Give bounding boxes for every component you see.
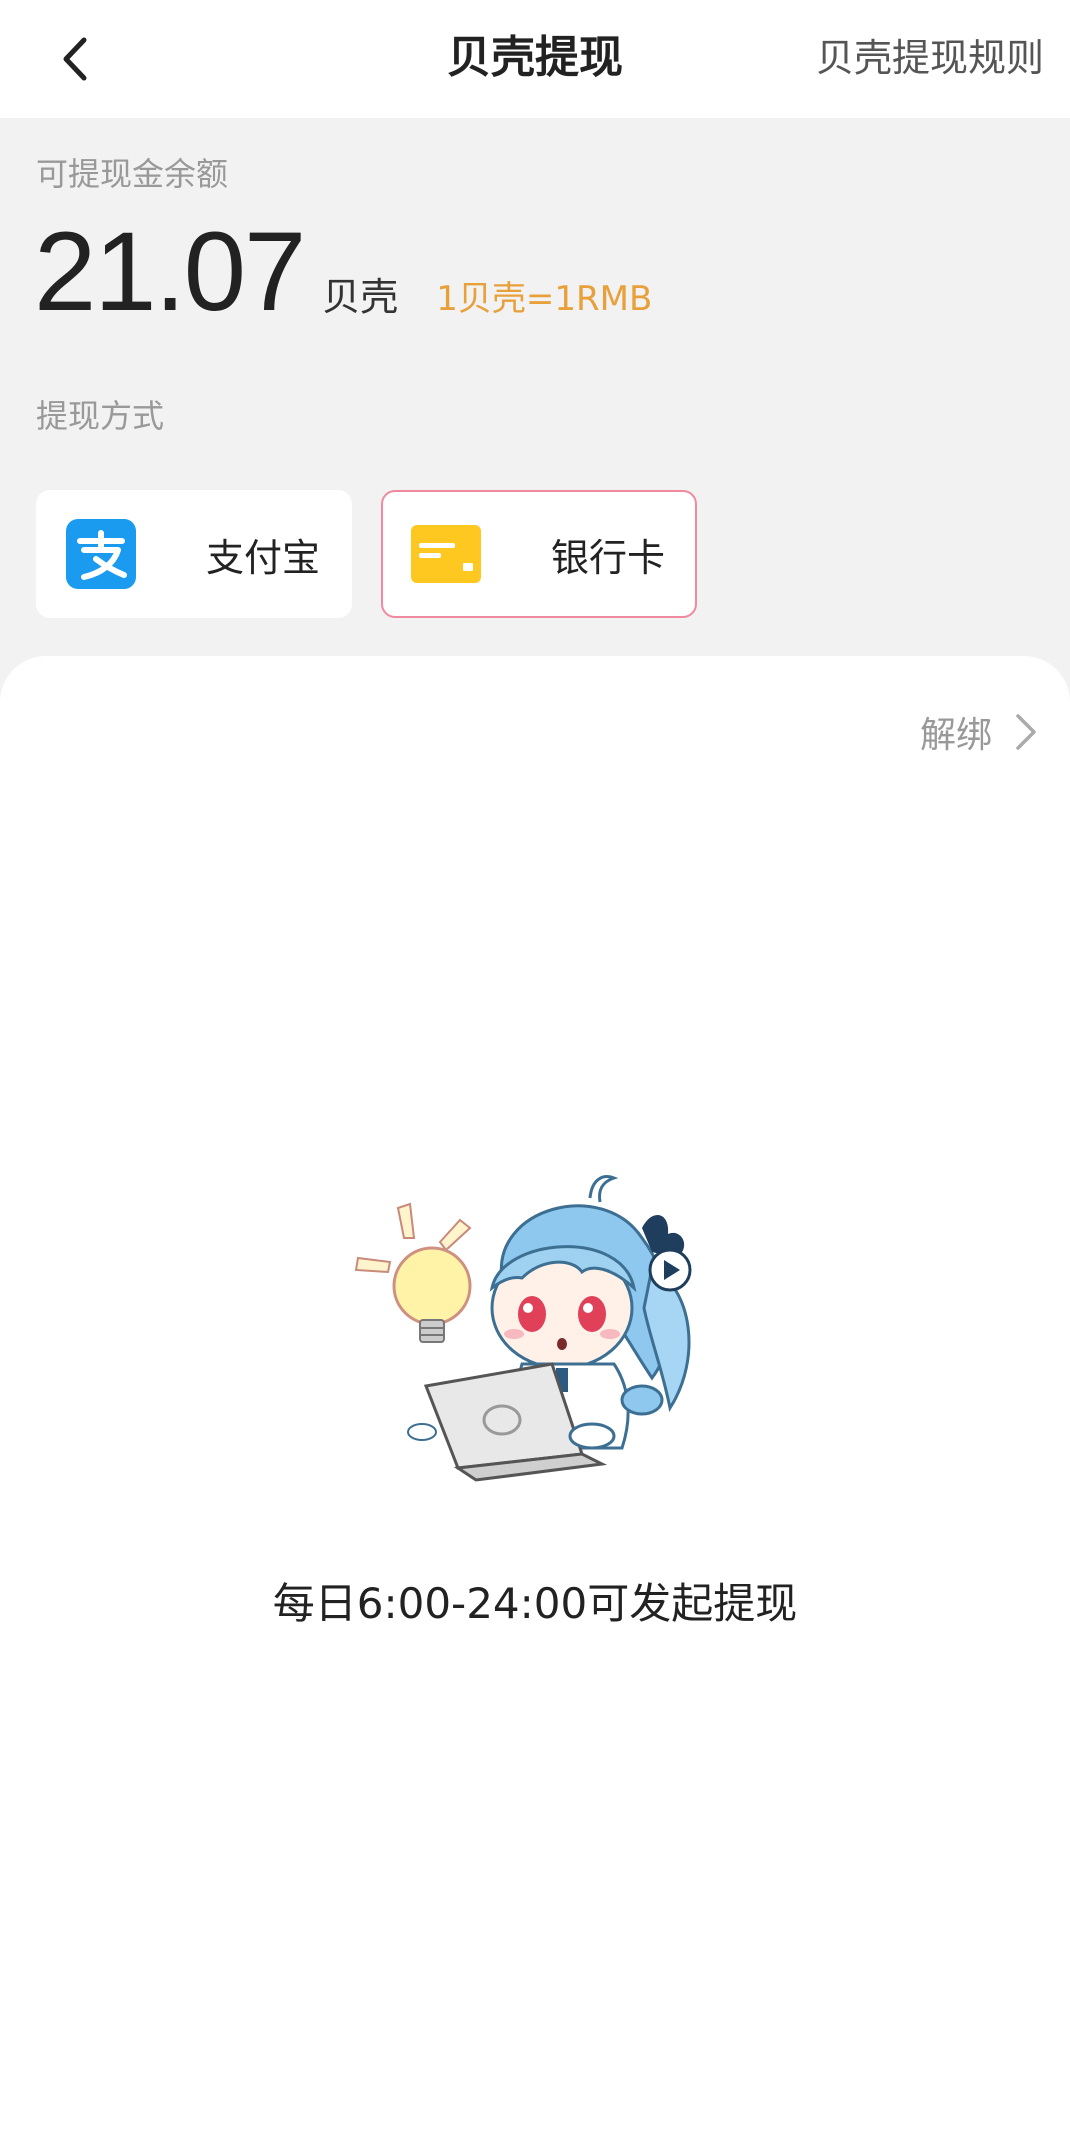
method-label-alipay: 支付宝 [205, 535, 320, 580]
withdraw-method-label: 提现方式 [36, 397, 165, 435]
withdraw-rules-link[interactable]: 贝壳提现规则 [816, 30, 1044, 86]
bank-card-icon [411, 519, 481, 589]
balance-row: 21.07 贝壳 1贝壳=1RMB [34, 212, 652, 332]
unbind-button[interactable]: 解绑 [920, 706, 1040, 758]
alipay-icon [66, 519, 136, 589]
top-nav-bar: 贝壳提现 贝壳提现规则 [0, 0, 1070, 118]
method-label-bank-card: 银行卡 [550, 535, 665, 580]
bank-card-panel: 解绑 每日6:00-24:00可发起提现 [0, 656, 1070, 2148]
mascot-illustration [354, 1175, 692, 1482]
method-option-alipay[interactable]: 支付宝 [36, 490, 352, 618]
balance-amount: 21.07 [34, 209, 306, 334]
balance-unit: 贝壳 [322, 275, 399, 319]
unbind-label: 解绑 [919, 715, 992, 756]
chevron-right-icon [1016, 714, 1036, 750]
exchange-rate: 1贝壳=1RMB [436, 279, 653, 319]
method-option-bank-card[interactable]: 银行卡 [381, 490, 697, 618]
withdraw-time-hint: 每日6:00-24:00可发起提现 [272, 1579, 798, 1628]
balance-label: 可提现金余额 [36, 155, 229, 193]
